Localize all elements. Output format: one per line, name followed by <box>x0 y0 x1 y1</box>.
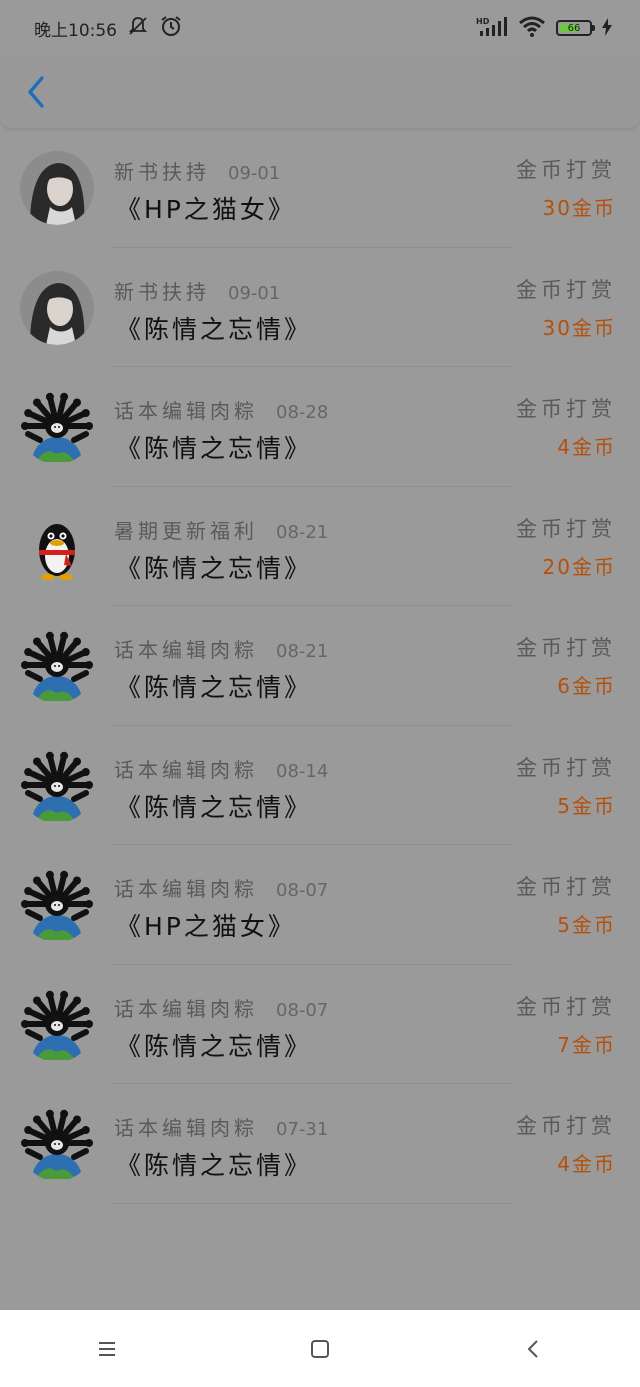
reward-row[interactable]: 话本编辑肉粽 08-07 《HP之猫女》 金币打赏 5金币 <box>0 845 640 965</box>
reward-type: 金币打赏 <box>516 397 616 421</box>
reward-source: 话本编辑肉粽 <box>114 1116 258 1140</box>
back-triangle-icon <box>528 1339 539 1358</box>
reward-source: 话本编辑肉粽 <box>114 757 258 782</box>
avatar <box>20 151 94 225</box>
avatar <box>20 749 94 823</box>
reward-type: 金币打赏 <box>516 875 616 899</box>
avatar <box>20 390 94 464</box>
reward-row[interactable]: 话本编辑肉粽 08-21 《陈情之忘情》 金币打赏 6金币 <box>0 606 640 726</box>
reward-source: 新书扶持 <box>114 279 210 304</box>
reward-meta: 话本编辑肉粽 08-14 <box>114 754 328 783</box>
reward-date: 07-31 <box>276 1119 329 1140</box>
reward-amount: 4金币 <box>557 435 616 459</box>
reward-meta: 暑期更新福利 08-21 <box>114 515 328 544</box>
avatar <box>20 868 94 942</box>
reward-amount: 30金币 <box>542 196 616 220</box>
reward-type: 金币打赏 <box>516 1114 616 1138</box>
charging-icon <box>602 17 612 39</box>
reward-type: 金币打赏 <box>516 755 616 780</box>
book-title: 《陈情之忘情》 <box>116 673 313 702</box>
book-title: 《陈情之忘情》 <box>116 792 313 822</box>
reward-row[interactable]: 新书扶持 09-01 《HP之猫女》 金币打赏 30金币 <box>0 128 640 248</box>
book-title: 《陈情之忘情》 <box>116 314 313 344</box>
book-title: 《HP之猫女》 <box>116 912 296 941</box>
battery-percent: 66 <box>567 22 581 34</box>
reward-meta: 新书扶持 09-01 <box>114 276 280 305</box>
reward-date: 08-07 <box>276 999 329 1021</box>
reward-amount: 20金币 <box>542 554 616 579</box>
reward-list: 新书扶持 09-01 《HP之猫女》 金币打赏 30金币 新书扶持 09-01 《陈情之忘情》… <box>0 128 640 1204</box>
reward-row[interactable]: 新书扶持 09-01 《陈情之忘情》 金币打赏 30金币 <box>0 248 640 368</box>
reward-type: 金币打赏 <box>516 277 616 302</box>
menu-icon <box>98 1341 115 1356</box>
reward-amount: 4金币 <box>557 1152 616 1176</box>
status-time: 晚上10:56 <box>34 20 117 41</box>
home-button[interactable] <box>290 1319 350 1379</box>
reward-date: 08-14 <box>276 760 329 782</box>
reward-source: 话本编辑肉粽 <box>114 877 258 901</box>
reward-meta: 话本编辑肉粽 07-31 <box>114 1112 328 1141</box>
avatar <box>20 1107 94 1181</box>
reward-source: 话本编辑肉粽 <box>114 996 258 1021</box>
reward-source: 新书扶持 <box>114 160 210 184</box>
reward-source: 话本编辑肉粽 <box>114 638 258 662</box>
reward-date: 08-07 <box>276 880 329 901</box>
back-button[interactable] <box>16 72 56 112</box>
reward-amount: 5金币 <box>557 793 616 818</box>
reward-type: 金币打赏 <box>516 636 616 660</box>
signal-icon: HD <box>476 16 508 41</box>
avatar <box>20 270 94 345</box>
alarm-icon <box>159 14 183 43</box>
reward-source: 暑期更新福利 <box>114 518 258 543</box>
wifi-icon <box>518 16 546 41</box>
book-title: 《陈情之忘情》 <box>116 1031 313 1061</box>
reward-date: 09-01 <box>228 163 281 184</box>
system-nav-bar <box>0 1310 640 1387</box>
network-label: HD <box>476 17 490 26</box>
reward-source: 话本编辑肉粽 <box>114 399 258 423</box>
reward-row[interactable]: 话本编辑肉粽 08-28 《陈情之忘情》 金币打赏 4金币 <box>0 367 640 487</box>
reward-row[interactable]: 话本编辑肉粽 07-31 《陈情之忘情》 金币打赏 4金币 <box>0 1084 640 1204</box>
avatar <box>20 988 94 1062</box>
reward-meta: 话本编辑肉粽 08-21 <box>114 634 328 663</box>
mute-icon <box>127 15 149 42</box>
reward-type: 金币打赏 <box>516 158 616 182</box>
reward-date: 09-01 <box>228 282 281 304</box>
reward-date: 08-21 <box>276 521 329 543</box>
reward-meta: 话本编辑肉粽 08-07 <box>114 873 328 902</box>
reward-date: 08-28 <box>276 402 329 423</box>
reward-amount: 6金币 <box>557 674 616 698</box>
reward-row[interactable]: 暑期更新福利 08-21 《陈情之忘情》 金币打赏 20金币 <box>0 487 640 607</box>
status-bar: 晚上10:56 HD 66 <box>0 0 640 56</box>
reward-amount: 30金币 <box>542 315 616 340</box>
reward-meta: 话本编辑肉粽 08-07 <box>114 993 328 1022</box>
reward-type: 金币打赏 <box>516 516 616 541</box>
chevron-left-icon <box>28 76 44 108</box>
status-left: 晚上10:56 <box>34 14 183 43</box>
status-right: HD 66 <box>476 16 612 41</box>
book-title: 《HP之猫女》 <box>116 195 296 224</box>
reward-row[interactable]: 话本编辑肉粽 08-07 《陈情之忘情》 金币打赏 7金币 <box>0 965 640 1085</box>
reward-row[interactable]: 话本编辑肉粽 08-14 《陈情之忘情》 金币打赏 5金币 <box>0 726 640 846</box>
reward-date: 08-21 <box>276 641 329 662</box>
avatar <box>20 510 94 584</box>
menu-button[interactable] <box>77 1319 137 1379</box>
home-square-icon <box>310 1339 329 1358</box>
avatar <box>20 629 94 703</box>
reward-amount: 7金币 <box>557 1032 616 1057</box>
system-back-button[interactable] <box>503 1319 563 1379</box>
book-title: 《陈情之忘情》 <box>116 553 313 583</box>
reward-meta: 新书扶持 09-01 <box>114 156 280 185</box>
battery-icon: 66 <box>556 20 595 36</box>
reward-amount: 5金币 <box>557 913 616 937</box>
book-title: 《陈情之忘情》 <box>116 434 313 463</box>
reward-type: 金币打赏 <box>516 994 616 1019</box>
reward-meta: 话本编辑肉粽 08-28 <box>114 395 328 424</box>
top-header <box>0 56 640 128</box>
book-title: 《陈情之忘情》 <box>116 1151 313 1180</box>
